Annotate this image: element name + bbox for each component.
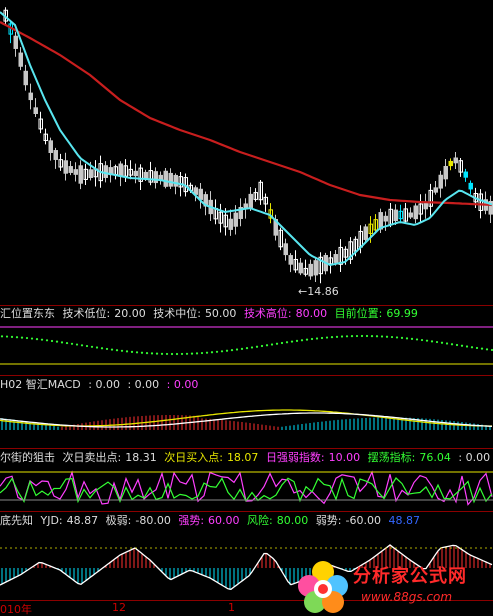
bottom-prophet-plot[interactable] — [0, 0, 493, 616]
watermark-title: 分析家公式网 — [353, 566, 467, 587]
stock-chart-window: ←14.86 汇位置东东 技术低位: 20.00 技术中位: 50.00 技术高位:… — [0, 0, 493, 616]
watermark-logo: 分析家公式网 www.88gs.com — [293, 556, 493, 616]
time-label-12: 12 — [112, 601, 126, 614]
watermark-url: www.88gs.com — [361, 590, 453, 604]
time-label-year: 010年 — [0, 603, 32, 616]
flower-icon — [298, 561, 348, 613]
time-label-1: 1 — [228, 601, 235, 614]
